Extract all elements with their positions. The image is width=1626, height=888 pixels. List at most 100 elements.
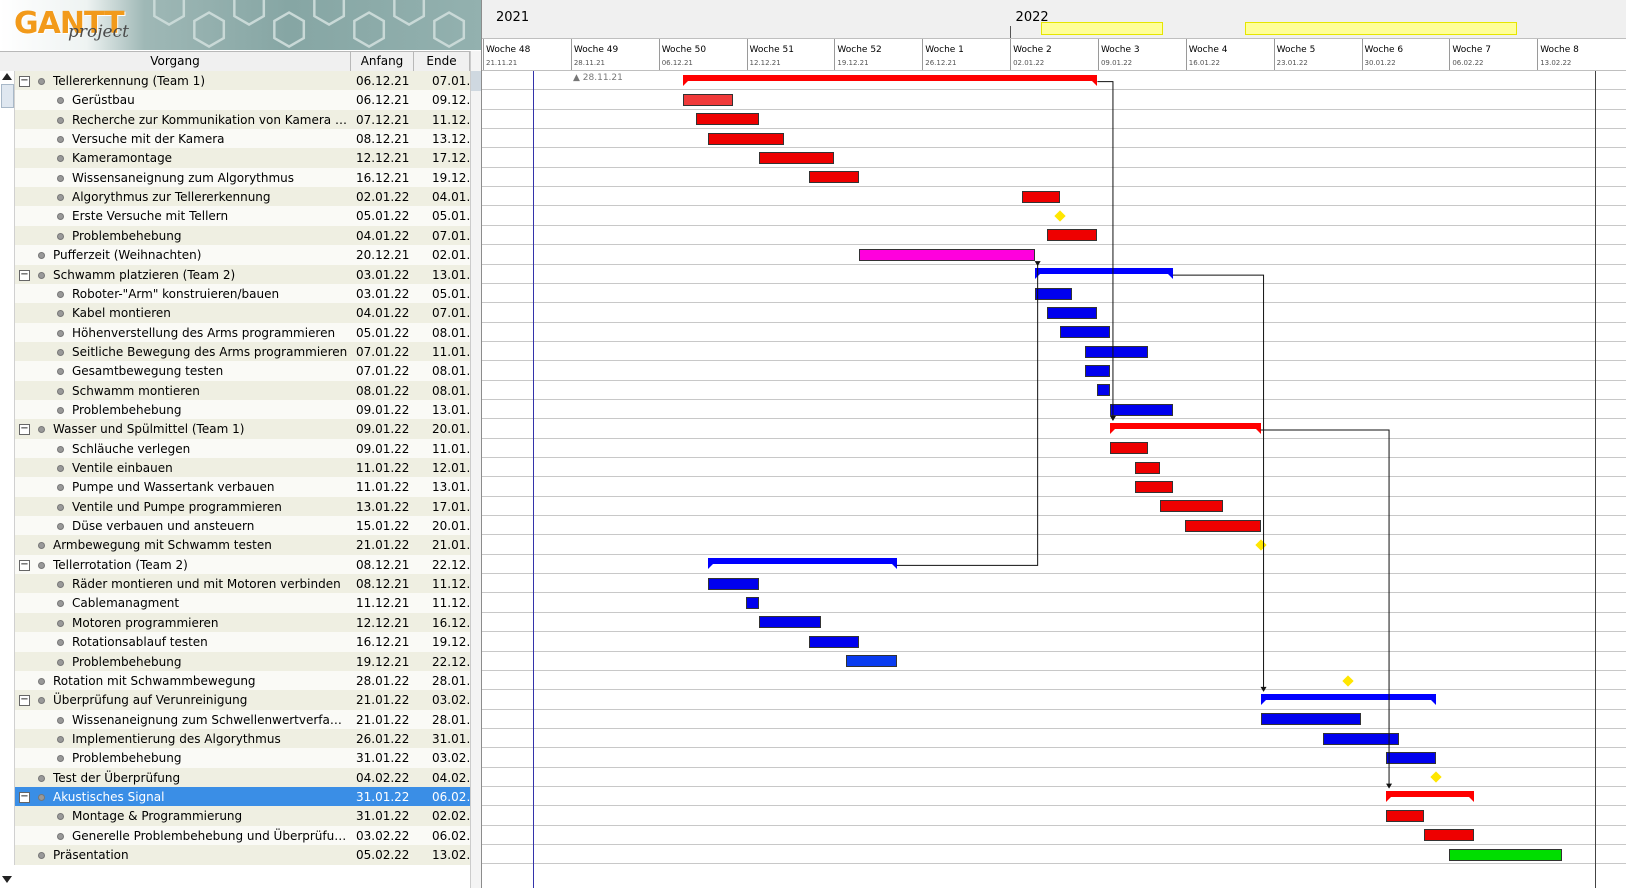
chart-grid[interactable]: ▲ 28.11.21 (482, 71, 1626, 888)
task-name-cell[interactable]: Präsentation (15, 845, 350, 865)
task-start-date[interactable]: 03.01.22 (350, 284, 417, 304)
task-start-date[interactable]: 08.12.21 (350, 555, 417, 575)
collapse-toggle-icon[interactable]: − (19, 269, 30, 281)
task-name-cell[interactable]: − Überprüfung auf Verunreinigung (15, 690, 350, 710)
task-start-date[interactable]: 26.01.22 (350, 729, 417, 749)
task-name-cell[interactable]: Pufferzeit (Weihnachten) (15, 245, 350, 265)
task-start-date[interactable]: 21.01.22 (350, 535, 417, 555)
task-row[interactable]: Problembehebung 04.01.22 07.01.22 (0, 225, 481, 247)
task-name-cell[interactable]: Algorythmus zur Tellererkennung (15, 187, 350, 207)
task-row[interactable]: Rotation mit Schwammbewegung 28.01.22 28.0… (0, 670, 481, 692)
task-start-date[interactable]: 19.12.21 (350, 652, 417, 672)
task-start-date[interactable]: 13.01.22 (350, 497, 417, 517)
task-row[interactable]: Armbewegung mit Schwamm testen 21.01.22 21… (0, 535, 481, 557)
task-start-date[interactable]: 31.01.22 (350, 787, 417, 807)
task-row[interactable]: Versuche mit der Kamera 08.12.21 13.12.21 (0, 129, 481, 151)
task-name-cell[interactable]: Cablemanagment (15, 593, 350, 613)
task-name-cell[interactable]: Ventile und Pumpe programmieren (15, 497, 350, 517)
task-name-cell[interactable]: Wissenaneignung zum Schwellenwertverfahr… (15, 710, 350, 730)
task-row[interactable]: Schläuche verlegen 09.01.22 11.01.22 (0, 438, 481, 460)
task-row[interactable]: Algorythmus zur Tellererkennung 02.01.22 0… (0, 187, 481, 209)
task-row[interactable]: − Wasser und Spülmittel (Team 1) 09.01.22 2… (0, 419, 481, 441)
task-start-date[interactable]: 11.12.21 (350, 593, 417, 613)
dependency-arrow[interactable] (896, 265, 1039, 566)
task-row[interactable]: Wissenaneignung zum Schwellenwertverfahr… (0, 709, 481, 731)
task-start-date[interactable]: 31.01.22 (350, 806, 417, 826)
task-row[interactable]: − Schwamm platzieren (Team 2) 03.01.22 13.0… (0, 264, 481, 286)
task-start-date[interactable]: 03.01.22 (350, 265, 417, 285)
task-row[interactable]: Präsentation 05.02.22 13.02.22 (0, 845, 481, 866)
task-name-cell[interactable]: − Wasser und Spülmittel (Team 1) (15, 419, 350, 439)
task-row[interactable]: Implementierung des Algorythmus 26.01.22 3… (0, 728, 481, 750)
task-row[interactable]: Räder montieren und mit Motoren verbinde… (0, 574, 481, 596)
task-name-cell[interactable]: − Tellererkennung (Team 1) (15, 71, 350, 91)
task-start-date[interactable]: 06.12.21 (350, 71, 417, 91)
task-name-cell[interactable]: Düse verbauen und ansteuern (15, 516, 350, 536)
dependency-arrow[interactable] (1172, 274, 1265, 691)
task-row[interactable]: − Akustisches Signal 31.01.22 06.02.22 (0, 786, 481, 808)
column-header-end[interactable]: Ende (414, 52, 470, 71)
task-name-cell[interactable]: Schwamm montieren (15, 381, 350, 401)
task-name-cell[interactable]: Implementierung des Algorythmus (15, 729, 350, 749)
task-start-date[interactable]: 15.01.22 (350, 516, 417, 536)
task-row[interactable]: Düse verbauen und ansteuern 15.01.22 20.01… (0, 516, 481, 538)
task-start-date[interactable]: 05.01.22 (350, 206, 417, 226)
task-start-date[interactable]: 09.01.22 (350, 400, 417, 420)
task-row[interactable]: Montage & Programmierung 31.01.22 02.02.22 (0, 806, 481, 828)
task-name-cell[interactable]: Motoren programmieren (15, 613, 350, 633)
column-header-name[interactable]: Vorgang (0, 52, 351, 71)
task-name-cell[interactable]: Rotationsablauf testen (15, 632, 350, 652)
task-name-cell[interactable]: − Tellerrotation (Team 2) (15, 555, 350, 575)
task-row[interactable]: Generelle Problembehebung und Überprüfun… (0, 825, 481, 847)
task-row[interactable]: Ventile einbauen 11.01.22 12.01.22 (0, 458, 481, 479)
task-row[interactable]: − Überprüfung auf Verunreinigung 21.01.22 0… (0, 690, 481, 712)
timeline-note-marker[interactable] (1245, 22, 1517, 35)
task-name-cell[interactable]: Pumpe und Wassertank verbauen (15, 477, 350, 497)
task-row[interactable]: Erste Versuche mit Tellern 05.01.22 05.01.… (0, 206, 481, 228)
task-row[interactable]: Höhenverstellung des Arms programmieren 0… (0, 322, 481, 344)
task-start-date[interactable]: 04.02.22 (350, 768, 417, 788)
task-row[interactable]: Recherche zur Kommunikation von Kamera u… (0, 109, 481, 131)
task-name-cell[interactable]: Armbewegung mit Schwamm testen (15, 535, 350, 555)
gantt-chart-panel[interactable]: 2021 2022 Woche 48 21.11.21 Woche 49 28.11.2… (481, 0, 1626, 888)
task-name-cell[interactable]: Rotation mit Schwammbewegung (15, 671, 350, 691)
task-start-date[interactable]: 21.01.22 (350, 690, 417, 710)
task-start-date[interactable]: 04.01.22 (350, 226, 417, 246)
task-row[interactable]: Motoren programmieren 12.12.21 16.12.21 (0, 612, 481, 634)
timeline-note-marker[interactable] (1041, 22, 1163, 35)
task-name-cell[interactable]: Höhenverstellung des Arms programmieren (15, 323, 350, 343)
task-start-date[interactable]: 31.01.22 (350, 748, 417, 768)
task-start-date[interactable]: 08.01.22 (350, 381, 417, 401)
task-name-cell[interactable]: − Akustisches Signal (15, 787, 350, 807)
task-name-cell[interactable]: Problembehebung (15, 652, 350, 672)
task-name-cell[interactable]: Versuche mit der Kamera (15, 129, 350, 149)
scroll-down-arrow-icon[interactable] (2, 876, 12, 883)
task-start-date[interactable]: 04.01.22 (350, 303, 417, 323)
task-row[interactable]: Rotationsablauf testen 16.12.21 19.12.21 (0, 632, 481, 654)
scroll-up-arrow-icon[interactable] (2, 73, 12, 80)
task-name-cell[interactable]: Gesamtbewegung testen (15, 361, 350, 381)
task-name-cell[interactable]: Roboter-"Arm" konstruieren/bauen (15, 284, 350, 304)
task-row[interactable]: − Tellererkennung (Team 1) 06.12.21 07.01.2… (0, 71, 481, 92)
task-start-date[interactable]: 11.01.22 (350, 458, 417, 478)
collapse-toggle-icon[interactable]: − (19, 76, 30, 87)
task-start-date[interactable]: 16.12.21 (350, 168, 417, 188)
task-start-date[interactable]: 28.01.22 (350, 671, 417, 691)
task-start-date[interactable]: 12.12.21 (350, 613, 417, 633)
row-gutter-scroll-thumb[interactable] (1, 84, 14, 108)
task-name-cell[interactable]: Gerüstbau (15, 90, 350, 110)
task-row[interactable]: Schwamm montieren 08.01.22 08.01.22 (0, 380, 481, 402)
task-start-date[interactable]: 03.02.22 (350, 826, 417, 846)
task-start-date[interactable]: 08.12.21 (350, 129, 417, 149)
task-name-cell[interactable]: Recherche zur Kommunikation von Kamera u… (15, 110, 350, 130)
task-row[interactable]: Wissensaneignung zum Algorythmus 16.12.21… (0, 167, 481, 189)
collapse-toggle-icon[interactable]: − (19, 559, 30, 571)
task-start-date[interactable]: 06.12.21 (350, 90, 417, 110)
task-name-cell[interactable]: Montage & Programmierung (15, 806, 350, 826)
task-start-date[interactable]: 02.01.22 (350, 187, 417, 207)
collapse-toggle-icon[interactable]: − (19, 695, 30, 707)
task-start-date[interactable]: 05.01.22 (350, 323, 417, 343)
task-name-cell[interactable]: Seitliche Bewegung des Arms programmiere… (15, 342, 350, 362)
task-row[interactable]: Pumpe und Wassertank verbauen 11.01.22 13.… (0, 477, 481, 499)
task-name-cell[interactable]: Ventile einbauen (15, 458, 350, 478)
